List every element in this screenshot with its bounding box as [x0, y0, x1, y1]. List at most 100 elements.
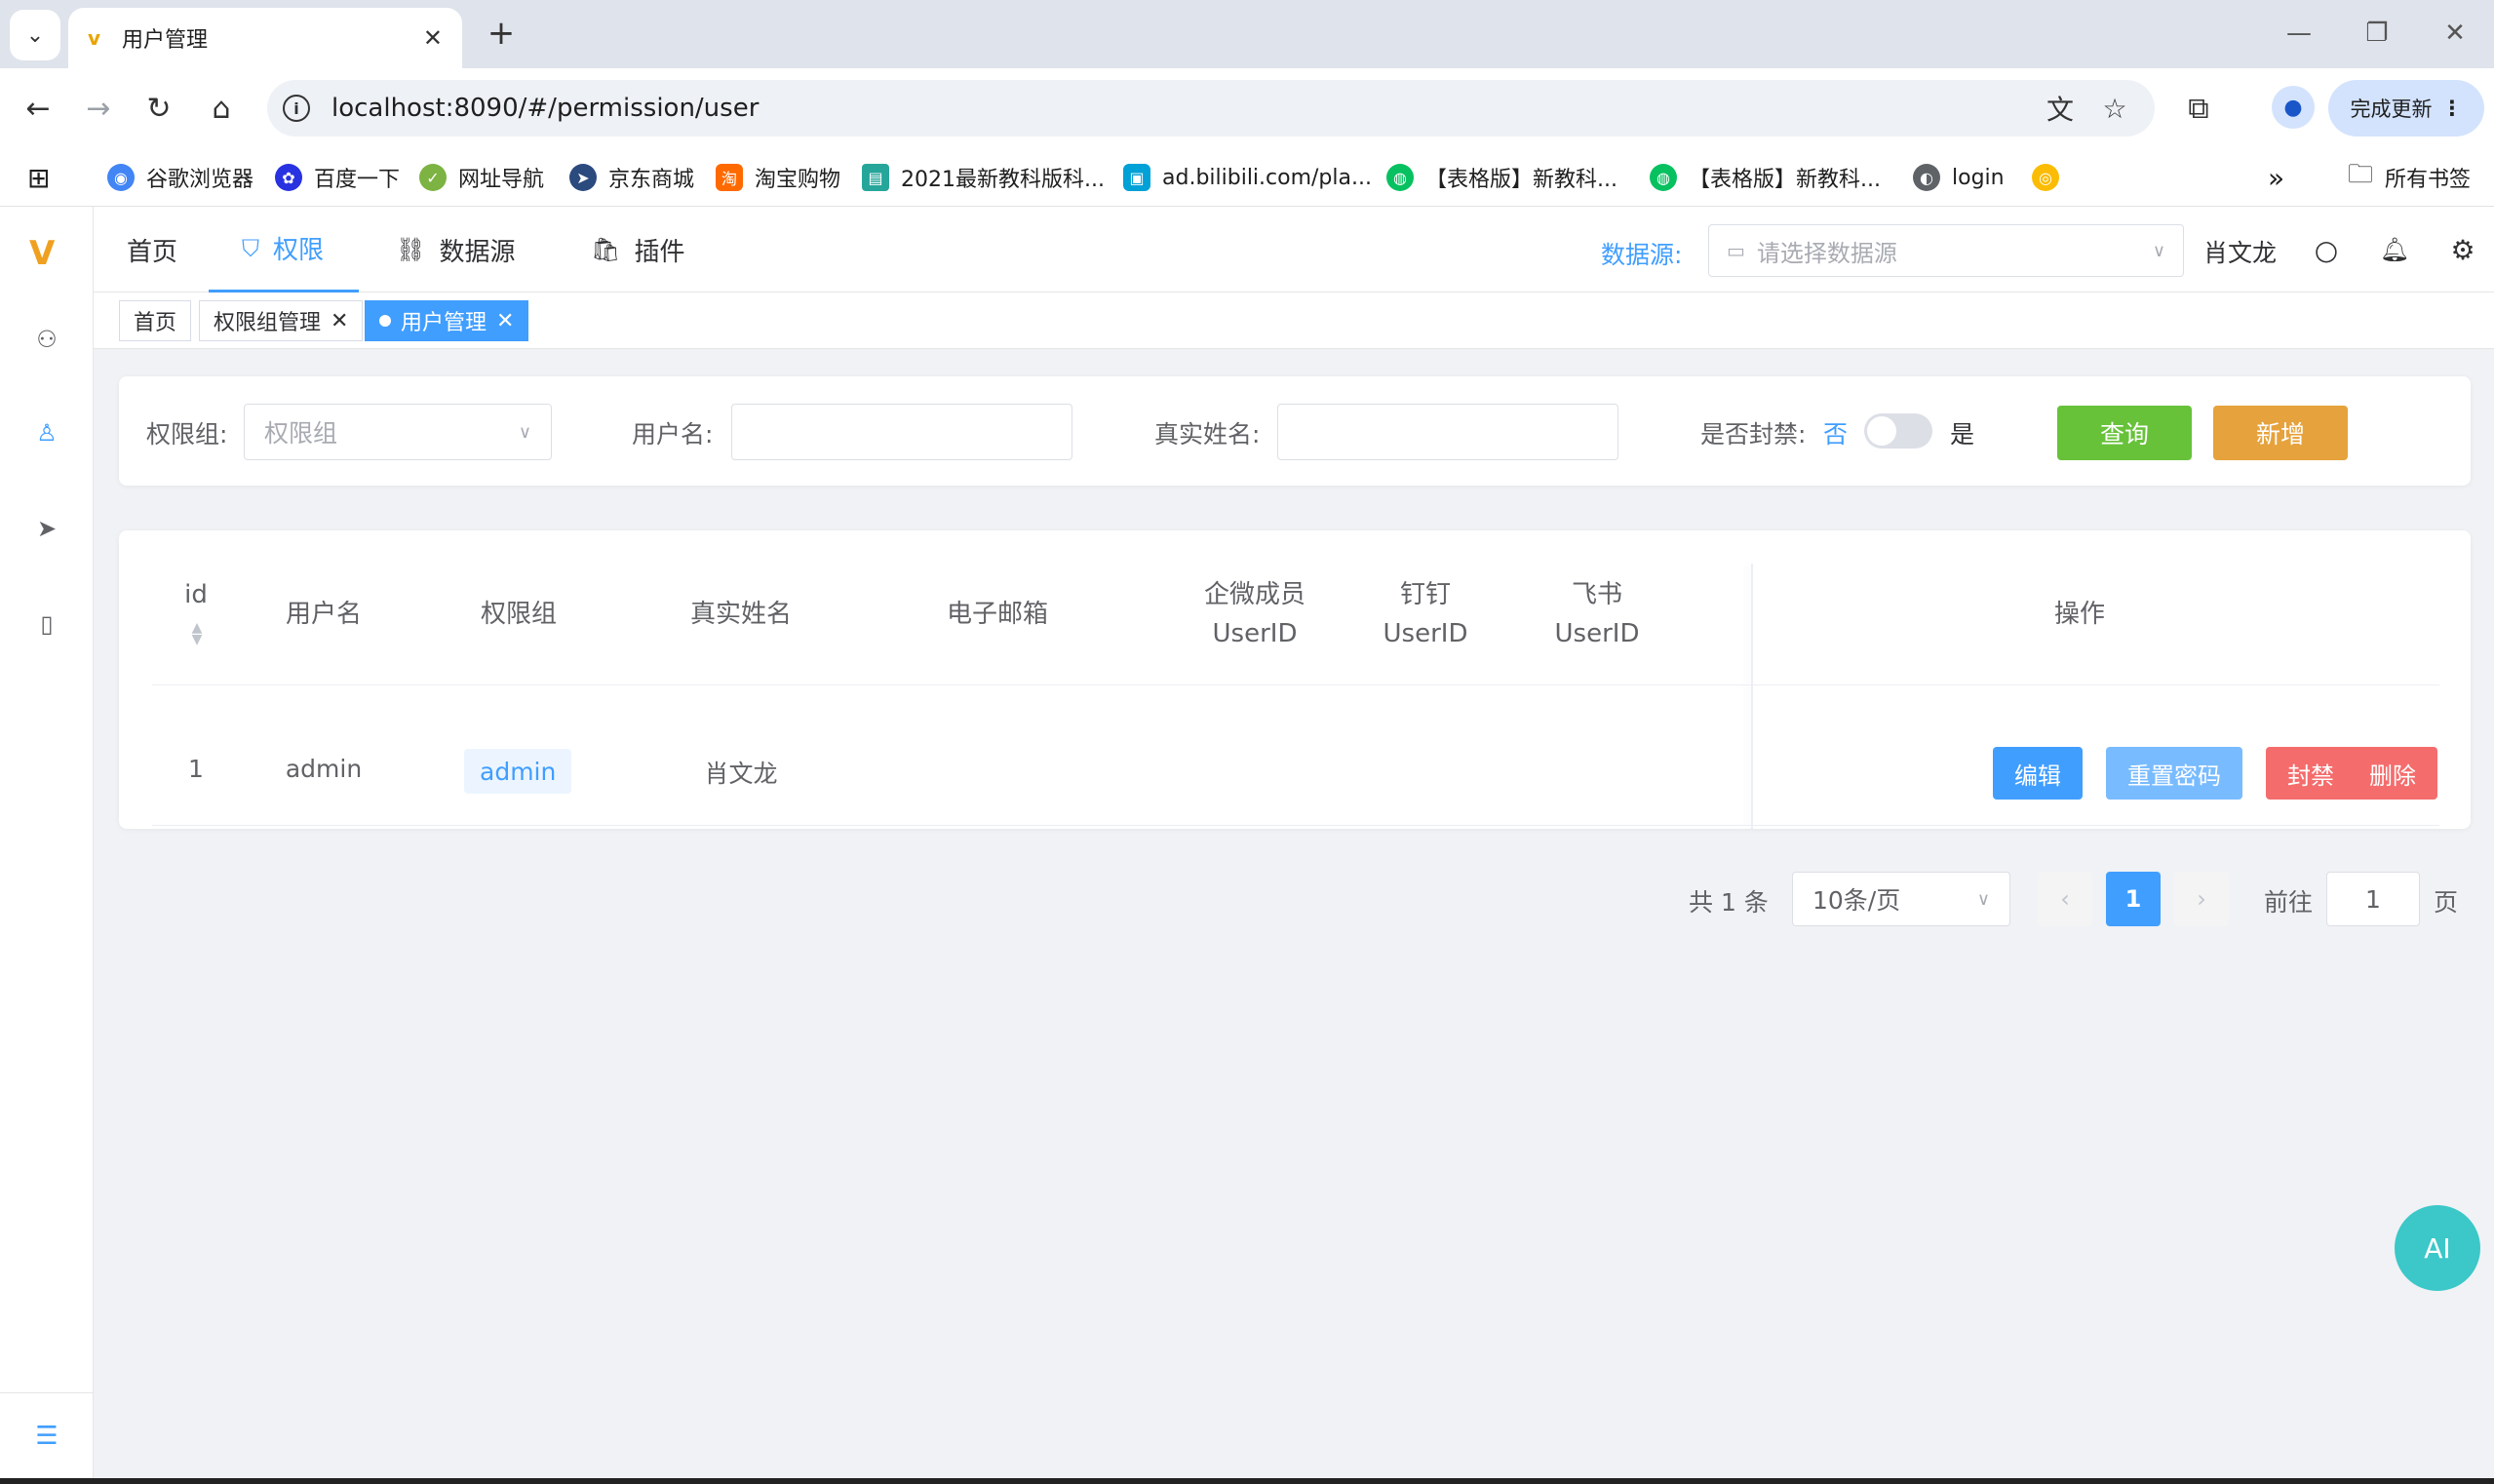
- restore-icon[interactable]: ❐: [2358, 14, 2397, 53]
- address-bar[interactable]: i localhost:8090/#/permission/user 文 ☆: [267, 80, 2155, 137]
- document-icon: ▤: [862, 164, 889, 191]
- col-header-feishu: 飞书 UserID: [1554, 580, 1640, 648]
- banned-off-label: 否: [1823, 420, 1849, 449]
- globe-icon: ◐: [1913, 164, 1940, 191]
- realname-input[interactable]: [1277, 404, 1618, 460]
- home-icon[interactable]: ⌂: [199, 86, 244, 131]
- query-button[interactable]: 查询: [2057, 406, 2192, 460]
- username-input[interactable]: [731, 404, 1072, 460]
- update-button[interactable]: 完成更新 ⋮: [2328, 80, 2484, 137]
- bookmark-item[interactable]: 淘淘宝购物: [716, 160, 840, 195]
- col-header-realname: 真实姓名: [689, 600, 792, 629]
- tab-close-icon[interactable]: ✕: [423, 24, 443, 52]
- folder-icon: 🗀: [2348, 160, 2374, 189]
- nav-permission[interactable]: ⛉ 权限: [209, 207, 360, 293]
- col-header-group: 权限组: [480, 600, 557, 629]
- col-header-wecom: 企微成员 UserID: [1203, 580, 1305, 648]
- bookmark-item[interactable]: ✿ 百度一下: [275, 160, 400, 195]
- bookmark-item[interactable]: ◎: [2032, 160, 2071, 195]
- ai-assistant-button[interactable]: AI: [2395, 1205, 2480, 1291]
- tag-close-icon[interactable]: ✕: [331, 309, 348, 333]
- bookmark-item[interactable]: ▤ 2021最新教科版科...: [862, 160, 1105, 195]
- chevron-down-icon: ∨: [2152, 240, 2165, 261]
- banned-switch[interactable]: [1864, 413, 1932, 449]
- bookmark-item[interactable]: ◍ 【表格版】新教科...: [1386, 160, 1617, 195]
- extensions-icon[interactable]: ⧉: [2176, 86, 2221, 131]
- datasource-select[interactable]: ▭ 请选择数据源 ∨: [1708, 224, 2184, 277]
- nav-home[interactable]: 首页: [127, 207, 177, 293]
- add-button[interactable]: 新增: [2213, 406, 2348, 460]
- window-close-icon[interactable]: ✕: [2436, 14, 2475, 53]
- sidebar-send-icon[interactable]: ➤: [29, 511, 64, 546]
- hao-icon: ✓: [419, 164, 447, 191]
- baidu-paw-icon: ✿: [275, 164, 302, 191]
- nav-datasource[interactable]: ⛓ 数据源: [396, 207, 515, 293]
- goto-page-input[interactable]: 1: [2326, 872, 2420, 926]
- bookmarks-bar: ⊞ ◉ 谷歌浏览器 ✿ 百度一下 ✓ 网址导航 ➤ 京东商城 淘淘宝购物 ▤ 2021最新…: [0, 148, 2494, 207]
- app-logo-icon[interactable]: V: [29, 234, 55, 273]
- search-icon[interactable]: ○: [2307, 230, 2346, 269]
- bell-icon[interactable]: 🔔︎: [2375, 230, 2414, 269]
- chevron-down-icon: ∨: [1976, 888, 1990, 910]
- new-tab-icon[interactable]: +: [482, 14, 521, 53]
- nav-plugin[interactable]: 🛍 插件: [591, 207, 684, 293]
- back-icon[interactable]: ←: [16, 86, 60, 131]
- all-bookmarks[interactable]: 🗀 所有书签: [2348, 160, 2471, 195]
- cell-realname: 肖文龙: [704, 760, 778, 788]
- forward-icon[interactable]: →: [76, 86, 121, 131]
- pagination-total: 共 1 条: [1689, 888, 1769, 917]
- permission-icon: ⛉: [242, 234, 259, 262]
- datasource-icon: ▭: [1727, 239, 1745, 262]
- sidebar-user-icon[interactable]: ♙: [29, 415, 64, 450]
- bookmark-star-icon[interactable]: ☆: [2096, 90, 2133, 127]
- tags-view: 首页 权限组管理 ✕ 用户管理 ✕: [94, 293, 2494, 349]
- page-size-select[interactable]: 10条/页 ∨: [1792, 872, 2010, 926]
- bookmark-item[interactable]: ◐ login: [1913, 160, 2005, 195]
- col-header-dingtalk: 钉钉 UserID: [1383, 580, 1468, 648]
- datasource-placeholder: 请选择数据源: [1756, 239, 1897, 267]
- next-page-button[interactable]: ›: [2174, 872, 2229, 926]
- bookmark-item[interactable]: ◍ 【表格版】新教科...: [1650, 160, 1881, 195]
- more-menu-icon[interactable]: ⋮: [2442, 97, 2463, 120]
- site-info-icon[interactable]: i: [283, 95, 310, 122]
- colorful-circle-icon: ◎: [2032, 164, 2059, 191]
- sort-caret-icon[interactable]: ▲ ▼: [187, 621, 207, 646]
- page-suffix: 页: [2434, 888, 2459, 917]
- browser-toolbar: ← → ↻ ⌂ i localhost:8090/#/permission/us…: [0, 68, 2494, 148]
- page-number-button[interactable]: 1: [2106, 872, 2161, 926]
- tab-search-chevron-icon[interactable]: ⌄: [10, 10, 60, 60]
- wechat-icon: ◍: [1650, 164, 1677, 191]
- address-url[interactable]: localhost:8090/#/permission/user: [331, 94, 759, 123]
- more-bookmarks-icon[interactable]: »: [2268, 160, 2284, 195]
- minimize-icon[interactable]: —: [2280, 14, 2319, 53]
- tag-home[interactable]: 首页: [119, 300, 192, 341]
- prev-page-button[interactable]: ‹: [2038, 872, 2092, 926]
- col-header-id[interactable]: id: [152, 575, 240, 614]
- delete-button[interactable]: 删除: [2348, 747, 2437, 800]
- goto-label: 前往: [2264, 888, 2314, 917]
- reload-icon[interactable]: ↻: [136, 86, 181, 131]
- sidebar-book-icon[interactable]: ▯: [29, 606, 64, 642]
- translate-icon[interactable]: 文: [2042, 90, 2079, 127]
- group-select[interactable]: 权限组 ∨: [244, 404, 552, 460]
- tag-user-management[interactable]: 用户管理 ✕: [365, 300, 529, 341]
- reset-password-button[interactable]: 重置密码: [2106, 747, 2242, 800]
- current-user-name[interactable]: 肖文龙: [2203, 234, 2277, 269]
- profile-avatar-icon[interactable]: ●: [2272, 86, 2315, 129]
- bookmark-item[interactable]: ◉ 谷歌浏览器: [107, 160, 253, 195]
- tag-close-icon[interactable]: ✕: [496, 309, 514, 333]
- col-header-username: 用户名: [285, 600, 362, 629]
- settings-icon[interactable]: ⚙: [2443, 230, 2482, 269]
- site-favicon-icon: v: [88, 26, 101, 50]
- ban-button[interactable]: 封禁: [2266, 747, 2356, 800]
- edit-button[interactable]: 编辑: [1993, 747, 2083, 800]
- sidebar-group-icon[interactable]: ⚇: [29, 322, 64, 357]
- apps-grid-icon[interactable]: ⊞: [27, 160, 50, 195]
- chevron-down-icon: ∨: [518, 421, 531, 443]
- collapse-menu-icon[interactable]: ☰: [0, 1392, 94, 1478]
- tag-permission-group[interactable]: 权限组管理 ✕: [199, 300, 364, 341]
- bookmark-item[interactable]: ➤ 京东商城: [569, 160, 694, 195]
- browser-tab[interactable]: v 用户管理 ✕: [68, 8, 462, 68]
- bookmark-item[interactable]: ▣ ad.bilibili.com/pla...: [1123, 160, 1372, 195]
- bookmark-item[interactable]: ✓ 网址导航: [419, 160, 544, 195]
